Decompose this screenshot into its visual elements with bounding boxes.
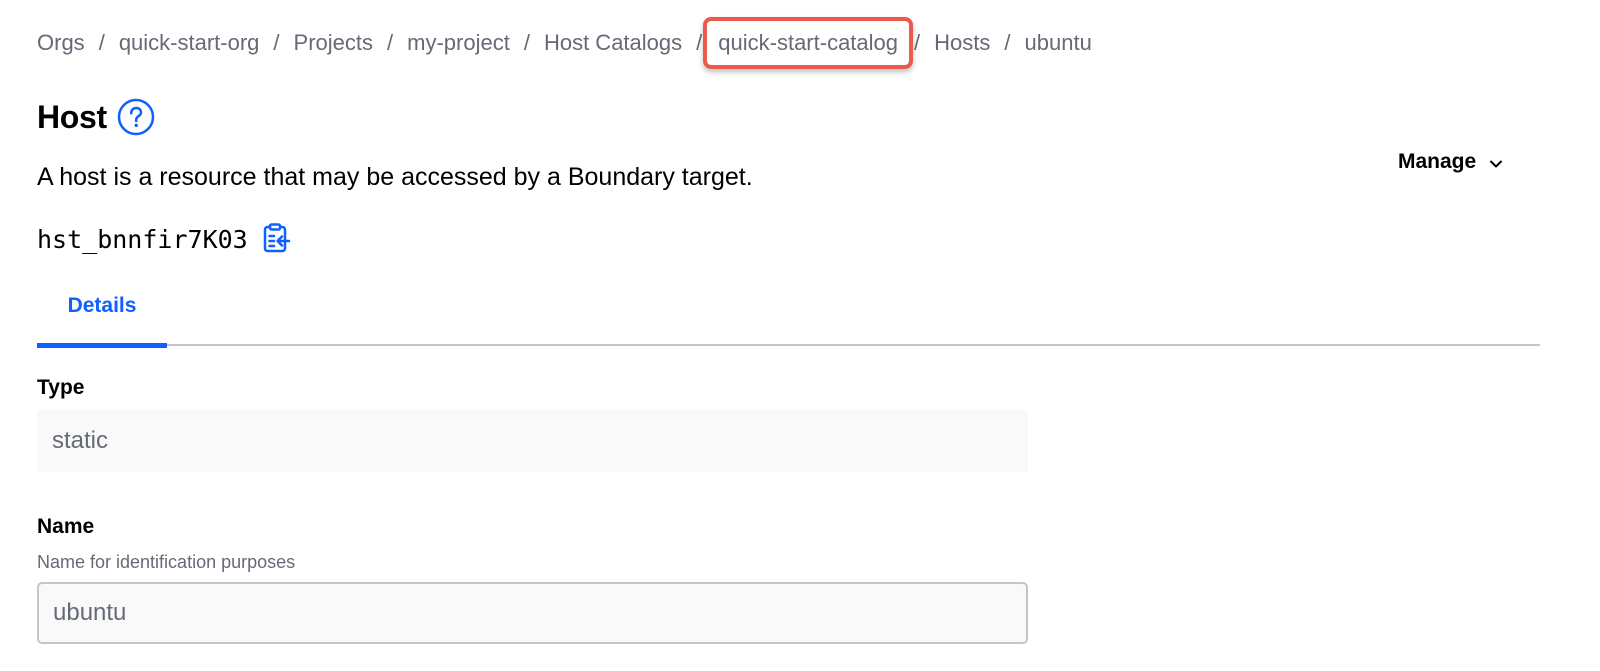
name-help-text: Name for identification purposes [37,552,296,572]
host-id-row: hst_bnnfir7K03 [37,223,292,255]
title-row: Host [37,98,155,136]
manage-label: Manage [1398,150,1477,173]
page-description: A host is a resource that may be accesse… [37,163,753,191]
breadcrumb-projects[interactable]: Projects [294,30,373,56]
page-title: Host [37,98,107,135]
breadcrumb-org[interactable]: quick-start-org [119,30,260,56]
breadcrumb-orgs[interactable]: Orgs [37,30,85,56]
manage-dropdown-button[interactable]: Manage [1398,150,1504,174]
type-value: static [37,410,1028,472]
name-input[interactable] [37,582,1028,644]
breadcrumb: Orgs / quick-start-org / Projects / my-p… [37,17,1092,69]
breadcrumb-host[interactable]: ubuntu [1025,30,1092,56]
breadcrumb-project[interactable]: my-project [407,30,510,56]
breadcrumb-separator: / [387,30,394,55]
breadcrumb-separator: / [1004,30,1011,55]
help-circle-icon[interactable] [117,98,155,136]
type-label: Type [37,376,85,399]
breadcrumb-separator: / [98,30,105,55]
tab-bar: Details [37,280,1540,348]
host-id: hst_bnnfir7K03 [37,224,248,254]
clipboard-copy-icon[interactable] [262,223,292,255]
host-details-page: Orgs / quick-start-org / Projects / my-p… [0,0,1600,671]
chevron-down-icon [1488,154,1504,170]
breadcrumb-host-catalogs[interactable]: Host Catalogs [544,30,682,56]
breadcrumb-hosts[interactable]: Hosts [934,30,990,56]
breadcrumb-separator: / [523,30,530,55]
breadcrumb-separator: / [696,30,703,55]
breadcrumb-separator: / [273,30,280,55]
tab-details[interactable]: Details [37,280,167,348]
breadcrumb-separator: / [914,30,921,55]
breadcrumb-host-catalog[interactable]: quick-start-catalog [703,17,913,69]
name-label: Name [37,515,95,538]
